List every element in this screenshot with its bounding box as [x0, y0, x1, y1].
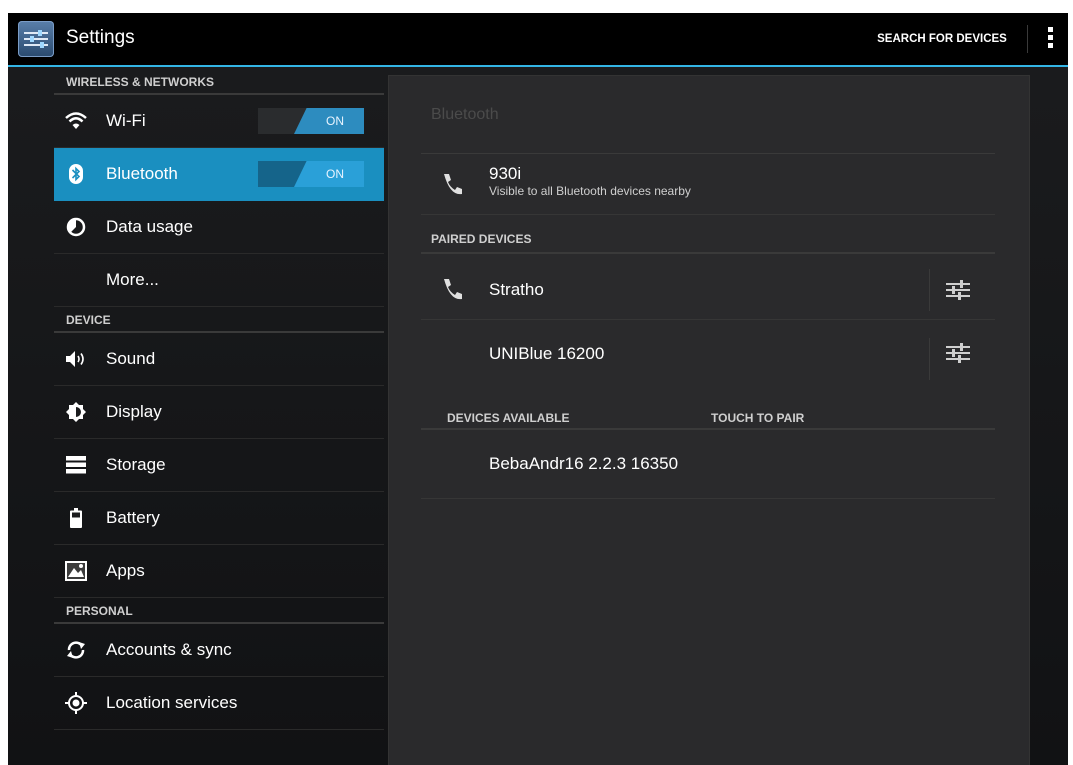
settings-item-label: Storage: [106, 455, 166, 474]
overflow-menu-icon[interactable]: [1044, 27, 1056, 53]
settings-item-label: Location services: [106, 693, 238, 712]
search-for-devices-button[interactable]: SEARCH FOR DEVICES: [862, 13, 1022, 65]
settings-item-label: More...: [106, 270, 159, 289]
device-settings-icon[interactable]: [946, 279, 970, 306]
devices-available-label: DEVICES AVAILABLE: [447, 411, 570, 425]
bluetooth-icon: [64, 162, 88, 186]
settings-item-label: Wi-Fi: [106, 111, 146, 130]
toggle-on-label: ON: [294, 161, 364, 187]
pane-title: Bluetooth: [431, 106, 499, 123]
wifi-toggle[interactable]: ON: [258, 108, 364, 134]
phone-icon: [441, 172, 463, 201]
paired-device-row[interactable]: UNIBlue 16200: [421, 330, 995, 388]
settings-item-label: Data usage: [106, 217, 193, 236]
phone-icon: [441, 277, 463, 306]
wifi-icon: [64, 109, 88, 133]
sync-icon: [64, 638, 88, 662]
location-icon: [64, 691, 88, 715]
settings-item-storage[interactable]: Storage: [54, 439, 384, 492]
row-divider: [929, 269, 930, 311]
toggle-on-label: ON: [294, 108, 364, 134]
available-device-row[interactable]: BebaAndr16 2.2.3 16350: [421, 438, 995, 499]
storage-icon: [64, 453, 88, 477]
touch-to-pair-label: TOUCH TO PAIR: [711, 411, 805, 425]
settings-item-label: Sound: [106, 349, 156, 368]
device-name: Stratho: [489, 280, 544, 299]
settings-item-label: Bluetooth: [106, 164, 178, 183]
settings-list: WIRELESS & NETWORKS Wi-Fi ON Bluetooth O…: [54, 69, 384, 730]
device-name: BebaAndr16 2.2.3 16350: [489, 454, 679, 473]
settings-item-more[interactable]: More...: [54, 254, 384, 307]
battery-icon: [64, 506, 88, 530]
settings-item-label: Display: [106, 402, 162, 421]
device-name: UNIBlue 16200: [489, 344, 605, 363]
device-settings-icon[interactable]: [946, 342, 970, 369]
action-bar: Settings SEARCH FOR DEVICES: [8, 13, 1068, 67]
bluetooth-detail-pane: Bluetooth 930i Visible to all Bluetooth …: [388, 75, 1030, 765]
category-personal: PERSONAL: [54, 598, 384, 624]
settings-item-sound[interactable]: Sound: [54, 333, 384, 386]
settings-item-label: Accounts & sync: [106, 640, 232, 659]
settings-item-wifi[interactable]: Wi-Fi ON: [54, 95, 384, 148]
paired-devices-header: PAIRED DEVICES: [421, 232, 995, 254]
settings-item-label: Apps: [106, 561, 145, 580]
device-name: 930i: [489, 164, 522, 183]
settings-item-label: Battery: [106, 508, 160, 527]
sound-icon: [64, 347, 88, 371]
settings-item-battery[interactable]: Battery: [54, 492, 384, 545]
title-divider: [421, 153, 995, 154]
settings-item-bluetooth[interactable]: Bluetooth ON: [54, 148, 384, 201]
settings-item-apps[interactable]: Apps: [54, 545, 384, 598]
app-title: Settings: [66, 27, 135, 48]
display-icon: [64, 400, 88, 424]
settings-item-location[interactable]: Location services: [54, 677, 384, 730]
category-device: DEVICE: [54, 307, 384, 333]
settings-item-accounts-sync[interactable]: Accounts & sync: [54, 624, 384, 677]
bluetooth-toggle[interactable]: ON: [258, 161, 364, 187]
devices-available-header: DEVICES AVAILABLE TOUCH TO PAIR: [421, 408, 995, 430]
action-bar-divider: [1027, 25, 1028, 53]
settings-app-icon[interactable]: [18, 21, 54, 57]
category-wireless-networks: WIRELESS & NETWORKS: [54, 69, 384, 95]
device-visibility: Visible to all Bluetooth devices nearby: [489, 184, 691, 198]
data-usage-icon: [64, 215, 88, 239]
tablet-screen: Settings SEARCH FOR DEVICES WIRELESS & N…: [8, 13, 1068, 765]
row-divider: [929, 338, 930, 380]
apps-icon: [64, 559, 88, 583]
this-device-row[interactable]: 930i Visible to all Bluetooth devices ne…: [421, 156, 995, 215]
settings-item-display[interactable]: Display: [54, 386, 384, 439]
paired-device-row[interactable]: Stratho: [421, 261, 995, 320]
settings-item-data-usage[interactable]: Data usage: [54, 201, 384, 254]
